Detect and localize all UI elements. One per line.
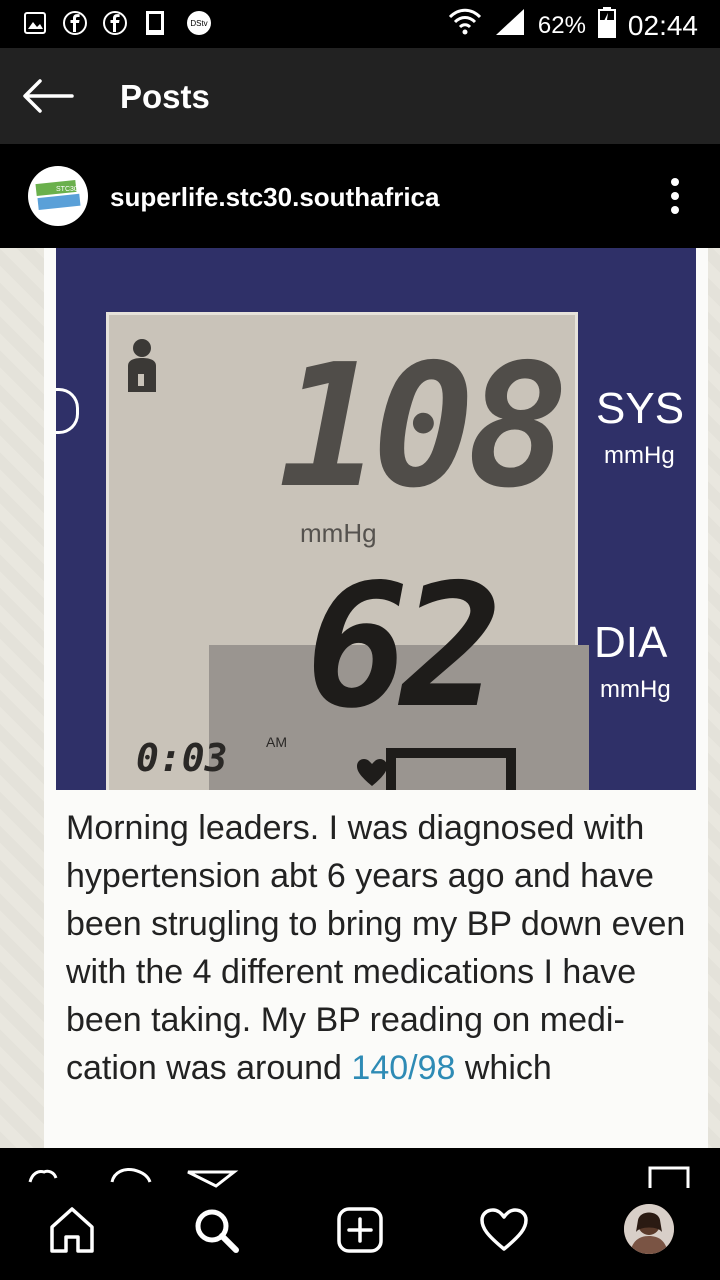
lcd-unit-label: mmHg [300,518,377,548]
clock: 02:44 [627,9,698,41]
user-icon [126,338,158,392]
dia-unit: mmHg [600,676,671,703]
facebook-icon [102,10,128,36]
app-bar: Posts [0,48,720,144]
heart-icon [356,758,388,788]
search-icon[interactable] [190,1204,242,1256]
page-title: Posts [120,78,210,115]
battery-charging-icon [597,6,616,45]
post-image[interactable]: 108 mmHg 62 0:03 AM SYS mmHg DIA mmHg Mo… [0,248,720,1148]
status-bar: DStv 62% 02:44 [0,0,720,48]
dia-label: DIA [594,618,668,667]
gallery-icon [22,10,48,36]
battery-percent: 62% [537,11,586,39]
profile-avatar[interactable] [624,1204,674,1254]
save-icon[interactable] [648,1166,690,1188]
cell-signal-icon [494,7,526,44]
monitor-edge [56,388,79,434]
message-text-part: Morning leaders. I was diagnosed with hy… [66,809,686,1087]
dia-reading: 62 [306,548,503,746]
lcd-am: AM [266,734,287,750]
wifi-icon [448,7,482,44]
dstv-label: DStv [190,19,207,28]
like-icon[interactable] [28,1169,58,1183]
account-avatar[interactable]: STC30 [28,166,88,226]
back-arrow-icon[interactable] [22,78,74,114]
facebook-icon [62,10,88,36]
comment-icon[interactable] [110,1168,152,1183]
pulse-digit [386,748,516,790]
message-text: Morning leaders. I was diagnosed with hy… [66,804,690,1092]
sd-card-icon [142,10,168,36]
home-icon[interactable] [46,1204,98,1256]
activity-heart-icon[interactable] [478,1204,530,1256]
message-text-part: which [455,1049,552,1087]
sys-reading: 108 [278,328,569,526]
notification-icons: DStv [22,10,216,36]
brand-label: STC30 [56,186,78,193]
dstv-icon: DStv [182,10,216,36]
share-icon[interactable] [187,1170,239,1188]
sys-label: SYS [596,384,685,433]
sys-unit: mmHg [604,442,675,469]
lcd-time: 0:03 [136,736,228,780]
username[interactable]: superlife.stc30.southafrica [110,182,439,213]
post-header: STC30 superlife.stc30.southafrica [0,144,720,248]
new-post-icon[interactable] [334,1204,386,1256]
system-indicators: 62% 02:44 [448,6,698,45]
bp-monitor-photo: 108 mmHg 62 0:03 AM SYS mmHg DIA mmHg [56,248,696,790]
bottom-nav [0,1188,720,1280]
more-options-icon[interactable] [670,178,680,214]
bp-reading-link: 140/98 [351,1049,456,1087]
post-actions [0,1148,720,1188]
